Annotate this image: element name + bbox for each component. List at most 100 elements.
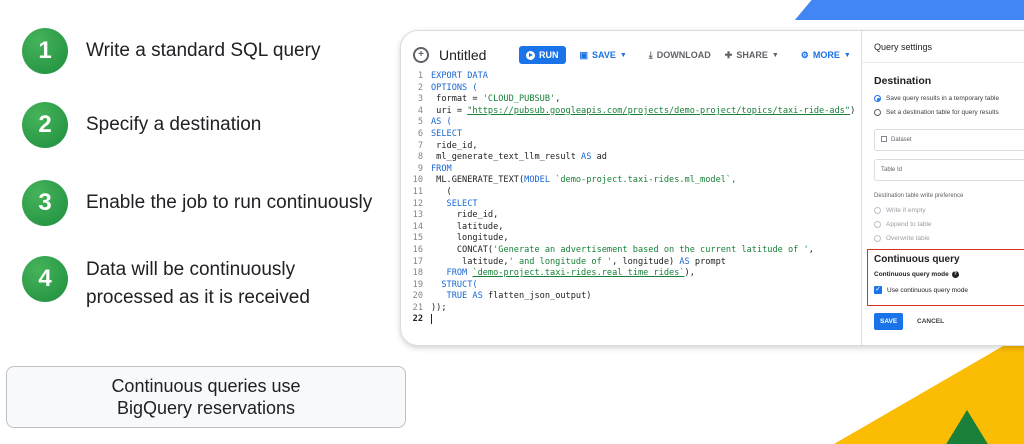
panel-title: Query settings (862, 31, 1024, 63)
chevron-down-icon: ▼ (843, 51, 851, 59)
checkbox-label: Use continuous query mode (887, 286, 968, 294)
step-text: Enable the job to run continuously (86, 192, 373, 213)
code-text: ), (684, 268, 695, 279)
code-text: prompt (689, 256, 726, 267)
code-text: STRUCT( (431, 279, 478, 290)
bigquery-editor-window: + Untitled RUN ▣ SAVE ▼ ⤓ DOWNLOAD ✚ SHA… (400, 30, 1024, 346)
download-label: DOWNLOAD (656, 50, 711, 60)
step-number: 4 (22, 256, 68, 302)
text-cursor (431, 314, 432, 325)
radio-label: Append to table (886, 221, 932, 228)
decorative-yellow-shape (834, 334, 1024, 444)
code-url[interactable]: "https://pubsub.googleapis.com/projects/… (467, 106, 850, 118)
radio-icon (874, 109, 881, 116)
radio-label: Set a destination table for query result… (886, 109, 999, 116)
code-text: OPTIONS ( (431, 82, 478, 93)
code-line: 6 SELECT (401, 129, 861, 141)
radio-overwrite[interactable]: Overwrite table (874, 235, 930, 242)
help-icon[interactable]: ? (951, 271, 959, 278)
code-keyword: AS (679, 256, 690, 267)
radio-append[interactable]: Append to table (874, 221, 932, 228)
code-text: CONCAT( (431, 244, 494, 255)
code-text: ( (431, 186, 452, 197)
code-text: format = (431, 94, 483, 105)
decorative-green-shape (945, 410, 989, 444)
line-number: 14 (412, 221, 423, 232)
continuous-query-checkbox[interactable]: ✓ Use continuous query mode (874, 286, 968, 294)
radio-write-empty[interactable]: Write if empty (874, 207, 926, 214)
radio-label: Save query results in a temporary table (886, 95, 1000, 102)
code-text: )); (431, 302, 447, 313)
code-text: latitude, (431, 221, 504, 232)
share-icon: ✚ (724, 49, 733, 60)
radio-temporary-table[interactable]: Save query results in a temporary table (874, 95, 999, 102)
settings-cancel-button[interactable]: CANCEL (917, 318, 944, 325)
code-line: 1 EXPORT DATA (401, 71, 861, 83)
step-1: 1 Write a standard SQL query (22, 28, 320, 74)
line-number: 18 (412, 268, 423, 279)
radio-destination-table[interactable]: Set a destination table for query result… (874, 109, 999, 116)
code-text: TRUE (431, 291, 473, 302)
code-text: , longitude) (612, 256, 680, 267)
save-menu-button[interactable]: ▣ SAVE ▼ (580, 50, 627, 61)
line-number: 3 (417, 94, 423, 105)
settings-save-button[interactable]: SAVE (874, 313, 904, 330)
note-line: Continuous queries use (111, 376, 301, 396)
save-label: SAVE (592, 50, 616, 60)
code-text: SELECT (431, 198, 478, 209)
step-text: Write a standard SQL query (86, 40, 321, 61)
code-text: , (808, 244, 814, 255)
line-number: 12 (412, 198, 423, 209)
share-label: SHARE (736, 50, 768, 60)
sql-editor[interactable]: 1 EXPORT DATA 2 OPTIONS ( 3 format = 'CLOU… (401, 71, 861, 331)
code-string: 'Generate an advertisement based on the … (493, 244, 809, 255)
line-number: 4 (417, 105, 423, 116)
code-line: 22 (401, 314, 861, 326)
code-text: SELECT (431, 128, 463, 139)
step-number: 2 (22, 102, 68, 148)
more-menu-button[interactable]: ⚙ MORE ▼ (801, 50, 851, 61)
line-number: 13 (412, 210, 423, 221)
continuous-query-section: Continuous query Continuous query mode ?… (867, 249, 1024, 306)
download-button[interactable]: ⤓ DOWNLOAD (649, 50, 711, 61)
code-string: `demo-project.taxi-rides.ml_model`, (550, 175, 737, 186)
radio-label: Overwrite table (886, 235, 930, 242)
code-text: uri = (431, 105, 468, 116)
code-text: ride_id, (431, 210, 499, 221)
code-line: 4 uri = "https://pubsub.googleapis.com/p… (401, 106, 861, 118)
code-line: 21)); (401, 303, 861, 315)
code-table-ref[interactable]: `demo-project.taxi-rides.real_time_rides… (472, 268, 684, 280)
code-line: 10 ML.GENERATE_TEXT(MODEL `demo-project.… (401, 175, 861, 187)
chevron-down-icon: ▼ (619, 51, 627, 59)
code-text: AS ( (431, 117, 452, 128)
line-number: 1 (417, 71, 423, 81)
reservations-note: Continuous queries use BigQuery reservat… (6, 366, 406, 428)
step-number: 1 (22, 28, 68, 74)
step-text: Data will be continuously processed as i… (86, 256, 386, 312)
gear-icon: ⚙ (800, 49, 809, 60)
dataset-field[interactable]: Dataset (874, 129, 1024, 151)
query-title[interactable]: Untitled (439, 47, 519, 63)
code-text: ML.GENERATE_TEXT( (431, 175, 525, 186)
chevron-down-icon: ▼ (771, 51, 779, 59)
field-placeholder: Dataset (891, 137, 912, 143)
code-line: 3 format = 'CLOUD_PUBSUB', (401, 94, 861, 106)
line-number: 10 (412, 175, 423, 186)
share-menu-button[interactable]: ✚ SHARE ▼ (725, 50, 779, 61)
save-icon: ▣ (579, 49, 589, 60)
step-3: 3 Enable the job to run continuously (22, 180, 372, 226)
line-number: 21 (412, 302, 423, 313)
dataset-icon (881, 136, 887, 143)
decorative-blue-shape (794, 0, 1024, 20)
code-string: ' and longitude of ' (508, 256, 613, 267)
table-id-field[interactable]: Table Id (874, 159, 1024, 181)
radio-icon (874, 207, 881, 214)
continuous-query-mode-label: Continuous query mode ? (874, 271, 959, 278)
code-keyword: MODEL (524, 175, 551, 186)
step-text-line: processed as it is received (86, 287, 310, 308)
note-line: BigQuery reservations (116, 398, 296, 418)
run-button[interactable]: RUN (519, 46, 566, 64)
code-keyword: AS (472, 291, 483, 302)
code-text: ) (850, 105, 856, 116)
code-text: ad (591, 152, 607, 163)
